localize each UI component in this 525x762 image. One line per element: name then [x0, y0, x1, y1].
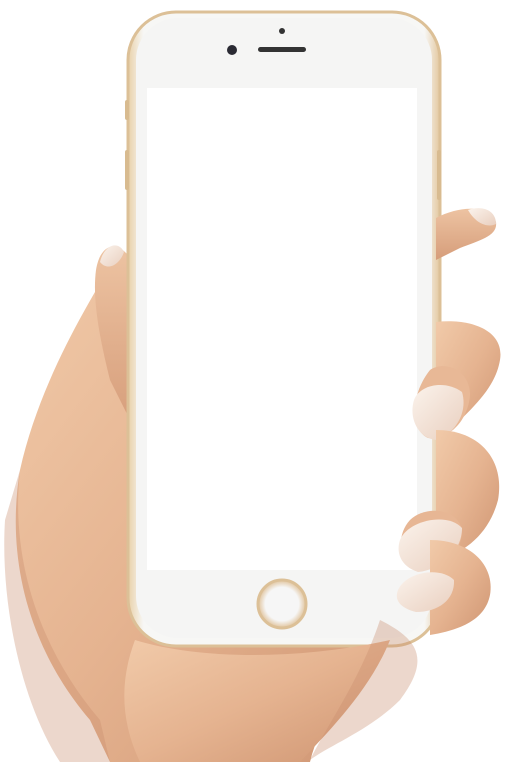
power-button	[437, 150, 441, 200]
hand-phone-illustration	[4, 10, 501, 762]
front-camera	[227, 45, 237, 55]
stage	[0, 0, 525, 762]
volume-button	[125, 100, 129, 120]
camera-dot	[279, 28, 285, 34]
home-button	[256, 578, 308, 630]
phone-screen	[147, 88, 417, 570]
speaker-slit	[258, 47, 306, 52]
volume-button	[125, 150, 129, 190]
